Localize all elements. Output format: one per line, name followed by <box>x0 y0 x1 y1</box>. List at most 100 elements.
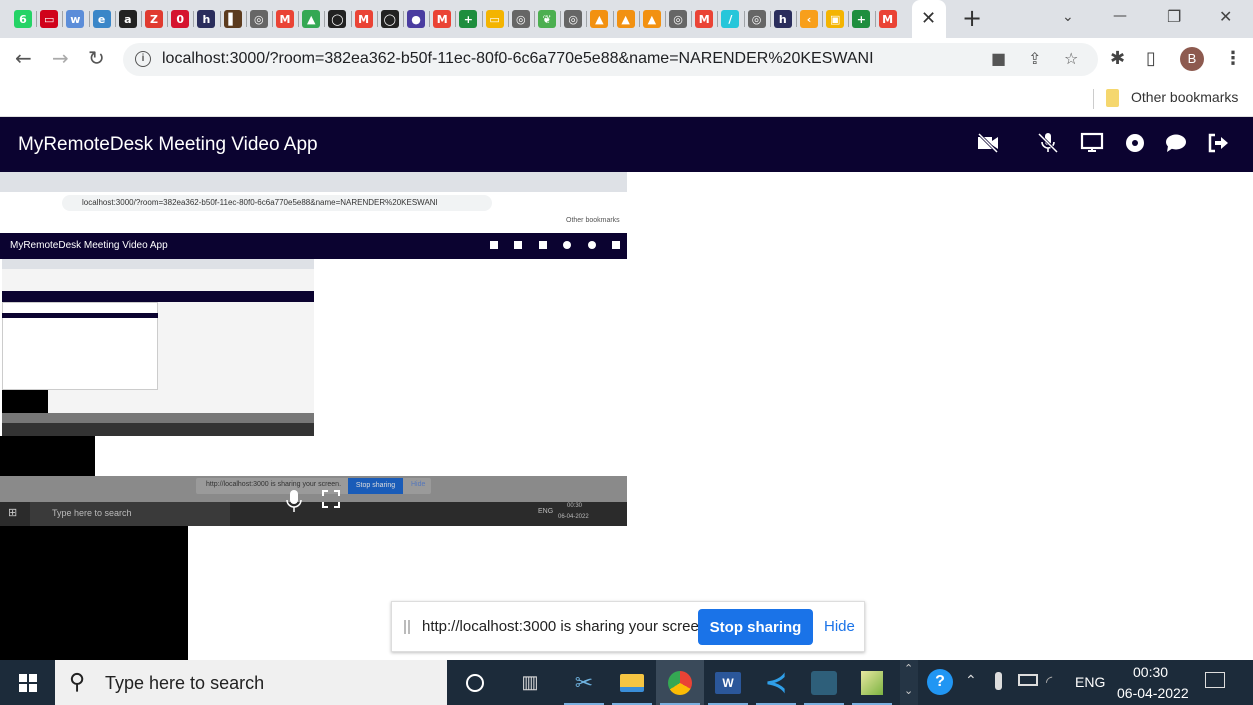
other-bookmarks[interactable]: Other bookmarks <box>1131 89 1238 105</box>
reload-button[interactable]: ↻ <box>88 46 105 70</box>
amazon-icon[interactable]: a <box>118 10 137 28</box>
taskbar-notepad[interactable] <box>848 660 896 705</box>
gmail-icon[interactable]: M <box>433 10 452 28</box>
gmail-icon[interactable]: M <box>354 10 373 28</box>
search-icon: ⚲ <box>69 670 86 695</box>
chat-icon[interactable] <box>1164 131 1188 155</box>
clock-time[interactable]: 00:30 <box>1133 664 1168 680</box>
camera-off-icon[interactable] <box>976 131 1000 155</box>
drive-icon[interactable]: ▲ <box>302 10 321 28</box>
hide-button[interactable]: Hide <box>824 618 855 635</box>
cortana-button[interactable] <box>451 660 499 705</box>
tab-separator <box>691 11 693 27</box>
h-icon[interactable]: h <box>197 10 216 28</box>
battery-icon[interactable] <box>1018 674 1038 686</box>
taskbar-vscode[interactable]: ≺ <box>752 660 800 705</box>
tab-separator <box>586 11 588 27</box>
globe-icon[interactable]: ◎ <box>511 10 530 28</box>
leave-meeting-icon[interactable] <box>1206 131 1230 155</box>
taskbar-scroll[interactable]: ⌃ ⌄ <box>900 660 918 705</box>
bookmark-star-icon[interactable]: ☆ <box>1064 49 1078 68</box>
slides-icon[interactable]: ▭ <box>485 10 504 28</box>
preview-share-banner: http://localhost:3000 is sharing your sc… <box>196 478 431 494</box>
search-placeholder[interactable]: Type here to search <box>105 673 264 694</box>
close-window-button[interactable]: ✕ <box>1219 7 1232 26</box>
minimize-button[interactable]: — <box>1113 8 1127 24</box>
show-hidden-icons-icon[interactable]: ⌃ <box>965 672 977 689</box>
classroom-icon[interactable]: ▣ <box>826 10 845 28</box>
help-icon[interactable]: ? <box>927 669 953 695</box>
share-screen-icon[interactable] <box>1080 131 1104 155</box>
opera-icon[interactable]: 0 <box>171 10 190 28</box>
mic-off-icon[interactable] <box>1036 131 1060 155</box>
record-icon[interactable] <box>1123 131 1147 155</box>
globe-icon[interactable]: ◎ <box>747 10 766 28</box>
windows-logo-icon <box>18 673 37 692</box>
gmail-icon[interactable]: M <box>276 10 294 28</box>
gmail-icon[interactable]: M <box>695 10 714 28</box>
taskbar-search[interactable]: ⚲ Type here to search <box>55 660 447 705</box>
slash-icon[interactable]: / <box>721 10 740 28</box>
wifi-icon[interactable]: ◜ <box>1046 672 1052 692</box>
side-panel-icon[interactable]: ▯ <box>1146 48 1156 69</box>
plus-square-icon[interactable]: + <box>459 10 478 28</box>
new-tab-button[interactable]: + <box>962 4 982 32</box>
leaf-icon[interactable]: ❦ <box>538 10 556 28</box>
zoho-icon[interactable]: Z <box>145 10 163 28</box>
menu-icon[interactable]: ⋮ <box>1224 48 1242 69</box>
pma-icon[interactable]: ▲ <box>642 10 661 28</box>
task-view-button[interactable]: ▥ <box>506 660 554 705</box>
e-icon[interactable]: e <box>92 10 111 28</box>
avatar-icon[interactable]: ● <box>407 10 425 28</box>
restore-button[interactable]: ❐ <box>1167 7 1181 26</box>
start-button[interactable] <box>0 660 55 705</box>
microphone-icon[interactable] <box>995 672 1002 690</box>
plus-square-icon[interactable]: + <box>852 10 871 28</box>
close-tab-icon[interactable]: ✕ <box>921 8 936 29</box>
tab-separator <box>455 11 457 27</box>
leetcode-icon[interactable]: ‹ <box>800 10 818 28</box>
gmail-icon[interactable]: M <box>878 10 897 28</box>
globe-icon[interactable]: ◎ <box>564 10 583 28</box>
url-text[interactable]: localhost:3000/?room=382ea362-b50f-11ec-… <box>162 50 874 68</box>
address-bar[interactable]: i localhost:3000/?room=382ea362-b50f-11e… <box>123 43 1098 76</box>
tab-separator <box>141 11 142 27</box>
drag-handle-icon[interactable] <box>404 620 410 634</box>
h-icon[interactable]: h <box>773 10 792 28</box>
globe-icon[interactable]: ◎ <box>249 10 268 28</box>
book-icon[interactable]: ▌ <box>223 10 242 28</box>
globe-icon[interactable]: ◎ <box>669 10 687 28</box>
notifications-icon[interactable] <box>1205 672 1225 688</box>
pma-icon[interactable]: ▲ <box>616 10 635 28</box>
browser-toolbar: ← → ↻ i localhost:3000/?room=382ea362-b5… <box>0 38 1253 81</box>
vscode-icon: ≺ <box>765 667 787 697</box>
pma-icon[interactable]: ▲ <box>590 10 609 28</box>
preview-taskbar: ⊞ Type here to search ENG 00:30 06-04-20… <box>0 502 627 526</box>
w-icon[interactable]: w <box>66 10 85 28</box>
profile-avatar[interactable]: B <box>1180 47 1204 71</box>
tab-separator <box>272 11 273 27</box>
forward-button[interactable]: → <box>52 46 69 70</box>
github-icon[interactable]: ◯ <box>380 10 399 28</box>
tab-separator <box>114 11 116 27</box>
back-button[interactable]: ← <box>15 46 32 70</box>
whatsapp-icon[interactable]: 6 <box>14 10 32 28</box>
stop-sharing-button[interactable]: Stop sharing <box>698 609 813 645</box>
share-icon[interactable]: ⇪ <box>1028 49 1041 68</box>
extensions-icon[interactable]: ✱ <box>1110 48 1125 69</box>
taskbar-word[interactable]: W <box>704 660 752 705</box>
cortana-icon <box>466 673 484 692</box>
taskbar-snipping-tool[interactable]: ✂ <box>560 660 608 705</box>
site-info-icon[interactable]: i <box>135 51 151 67</box>
oracle-icon[interactable]: ▭ <box>40 10 59 28</box>
taskbar-mysql-workbench[interactable] <box>800 660 848 705</box>
taskbar-file-explorer[interactable] <box>608 660 656 705</box>
github-icon[interactable]: ◯ <box>328 10 347 28</box>
taskbar-chrome[interactable] <box>656 660 704 705</box>
preview-fullscreen-icon <box>322 490 340 508</box>
camera-in-use-icon[interactable]: ■ <box>991 49 1006 68</box>
clock-date[interactable]: 06-04-2022 <box>1117 685 1189 701</box>
tab-search-icon[interactable]: ⌄ <box>1062 9 1074 25</box>
language-indicator[interactable]: ENG <box>1075 674 1105 690</box>
shared-screen-video: localhost:3000/?room=382ea362-b50f-11ec-… <box>0 172 627 526</box>
